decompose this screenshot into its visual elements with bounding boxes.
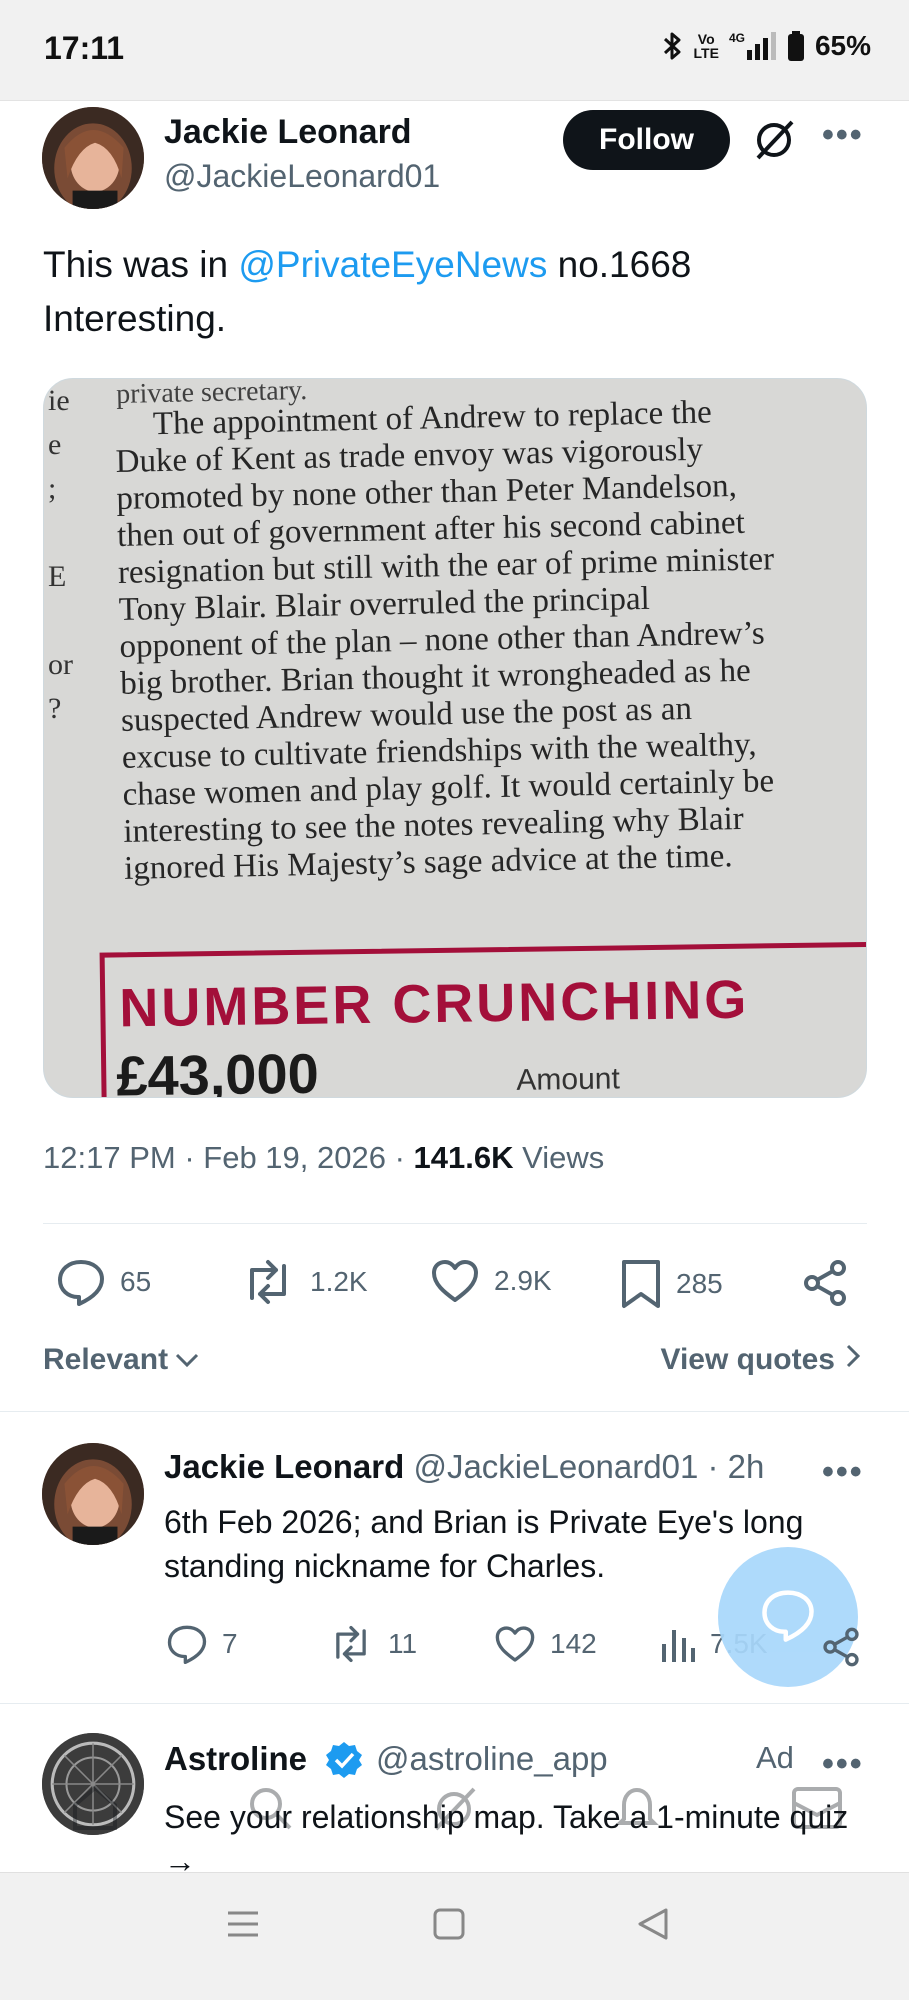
heart-icon <box>430 1258 480 1304</box>
verified-badge-icon <box>324 1740 364 1785</box>
paper-margin-char: or <box>48 648 73 681</box>
paper-margin-char: ? <box>48 692 62 725</box>
volte-indicator: Vo LTE <box>693 31 719 61</box>
tweet-text-prefix: This was in <box>43 244 239 285</box>
reply-share-button[interactable] <box>820 1626 862 1673</box>
retweet-count: 1.2K <box>310 1266 368 1297</box>
chevron-right-icon <box>845 1343 861 1377</box>
chevron-down-icon <box>174 1343 200 1377</box>
system-navigation-bar <box>0 1872 909 2000</box>
reply-author-handle[interactable]: @JackieLeonard01 <box>413 1448 698 1485</box>
number-crunching-box: NUMBER CRUNCHING £43,000 Amount <box>99 941 866 1098</box>
signal-icon: 4G <box>729 32 777 60</box>
share-icon <box>820 1627 862 1672</box>
sort-relevant-dropdown[interactable]: Relevant <box>43 1343 200 1377</box>
tweet-text-suffix: no.1668 <box>547 244 692 285</box>
ad-author-handle[interactable]: @astroline_app <box>376 1740 608 1778</box>
share-icon <box>800 1258 850 1308</box>
divider <box>0 1411 909 1412</box>
paper-margin-char: e <box>48 428 62 461</box>
paper-margin-char <box>48 599 73 643</box>
heart-icon <box>494 1624 536 1664</box>
avatar[interactable] <box>42 107 144 209</box>
analytics-icon <box>660 1624 696 1664</box>
bookmark-icon <box>620 1258 662 1310</box>
author-name[interactable]: Jackie Leonard <box>164 113 412 152</box>
reply-retweet-count: 11 <box>388 1628 418 1659</box>
reply-button[interactable]: 65 <box>56 1258 151 1306</box>
number-crunching-amount-label: Amount <box>516 1062 621 1097</box>
views-label: Views <box>522 1140 605 1175</box>
tweet-meta: 12:17 PM · Feb 19, 2026 · 141.6K Views <box>43 1140 605 1175</box>
divider <box>0 1703 909 1704</box>
reply-author-name[interactable]: Jackie Leonard <box>164 1448 404 1485</box>
messages-icon[interactable] <box>790 1783 844 1838</box>
reply-reply-button[interactable]: 7 <box>166 1624 238 1664</box>
number-crunching-amount: £43,000 <box>115 1041 320 1098</box>
tweet-date: Feb 19, 2026 <box>203 1140 386 1175</box>
reply-icon <box>166 1624 208 1664</box>
divider <box>43 1223 867 1224</box>
status-bar: 17:11 Vo LTE 4G 65% <box>0 0 909 101</box>
reply-icon <box>56 1258 106 1306</box>
notifications-icon[interactable] <box>612 1783 662 1838</box>
more-options-icon[interactable]: ••• <box>822 116 864 155</box>
chat-bubble-icon <box>760 1588 816 1647</box>
battery-icon <box>787 31 805 61</box>
reply-header: Jackie Leonard @JackieLeonard01 · 2h <box>164 1448 764 1486</box>
paper-margin: ie e; Eor? <box>48 379 73 731</box>
views-count: 141.6K <box>413 1140 514 1175</box>
retweet-icon <box>240 1258 296 1306</box>
follow-button[interactable]: Follow <box>563 110 730 170</box>
ad-more-options-icon[interactable]: ••• <box>822 1745 864 1784</box>
bookmark-count: 285 <box>676 1268 723 1299</box>
battery-percent: 65% <box>814 30 871 61</box>
number-crunching-title: NUMBER CRUNCHING <box>118 969 750 1039</box>
bookmark-button[interactable]: 285 <box>620 1258 723 1310</box>
view-quotes-label: View quotes <box>660 1343 836 1376</box>
grok-icon[interactable] <box>752 116 798 167</box>
reply-count: 65 <box>120 1266 152 1297</box>
grok-nav-icon[interactable] <box>430 1783 480 1838</box>
retweet-icon <box>328 1624 374 1664</box>
reply-reply-count: 7 <box>222 1628 238 1659</box>
paper-text-block: private secretary. The appointment of An… <box>114 379 866 888</box>
paper-margin-char: E <box>48 560 67 593</box>
share-button[interactable] <box>800 1258 850 1308</box>
tweet-text: This was in @PrivateEyeNews no.1668 Inte… <box>43 238 863 346</box>
paper-margin-char: ; <box>48 472 57 505</box>
view-quotes-link[interactable]: View quotes <box>661 1343 862 1377</box>
reply-more-options-icon[interactable]: ••• <box>822 1453 864 1492</box>
reply-like-button[interactable]: 142 <box>494 1624 597 1664</box>
paper-margin-char <box>48 511 73 555</box>
paper-lines: The appointment of Andrew to replace the… <box>115 391 866 888</box>
tweet-time: 12:17 PM <box>43 1140 176 1175</box>
reply-avatar[interactable] <box>42 1443 144 1545</box>
paper-margin-char: ie <box>48 384 70 417</box>
ad-label: Ad <box>756 1740 794 1775</box>
reply-retweet-button[interactable]: 11 <box>328 1624 417 1664</box>
ad-author-name[interactable]: Astroline <box>164 1740 307 1778</box>
like-button[interactable]: 2.9K <box>430 1258 552 1304</box>
relevant-label: Relevant <box>43 1343 169 1376</box>
reply-age: · 2h <box>707 1448 765 1485</box>
author-handle[interactable]: @JackieLeonard01 <box>164 158 440 195</box>
retweet-button[interactable]: 1.2K <box>240 1258 368 1306</box>
menu-icon[interactable] <box>226 1907 260 1946</box>
bluetooth-icon <box>662 31 684 61</box>
reply-like-count: 142 <box>550 1628 597 1659</box>
home-icon[interactable] <box>70 1783 120 1838</box>
search-icon[interactable] <box>245 1783 295 1838</box>
home-square-icon[interactable] <box>432 1907 466 1946</box>
back-triangle-icon[interactable] <box>636 1907 670 1946</box>
status-time: 17:11 <box>44 30 125 66</box>
mention-link[interactable]: @PrivateEyeNews <box>238 244 547 285</box>
like-count: 2.9K <box>494 1265 552 1296</box>
tweet-media-image[interactable]: ie e; Eor? private secretary. The appointm… <box>43 378 867 1098</box>
tweet-text-line2: Interesting. <box>43 298 227 339</box>
status-icons: Vo LTE 4G 65% <box>662 30 871 62</box>
